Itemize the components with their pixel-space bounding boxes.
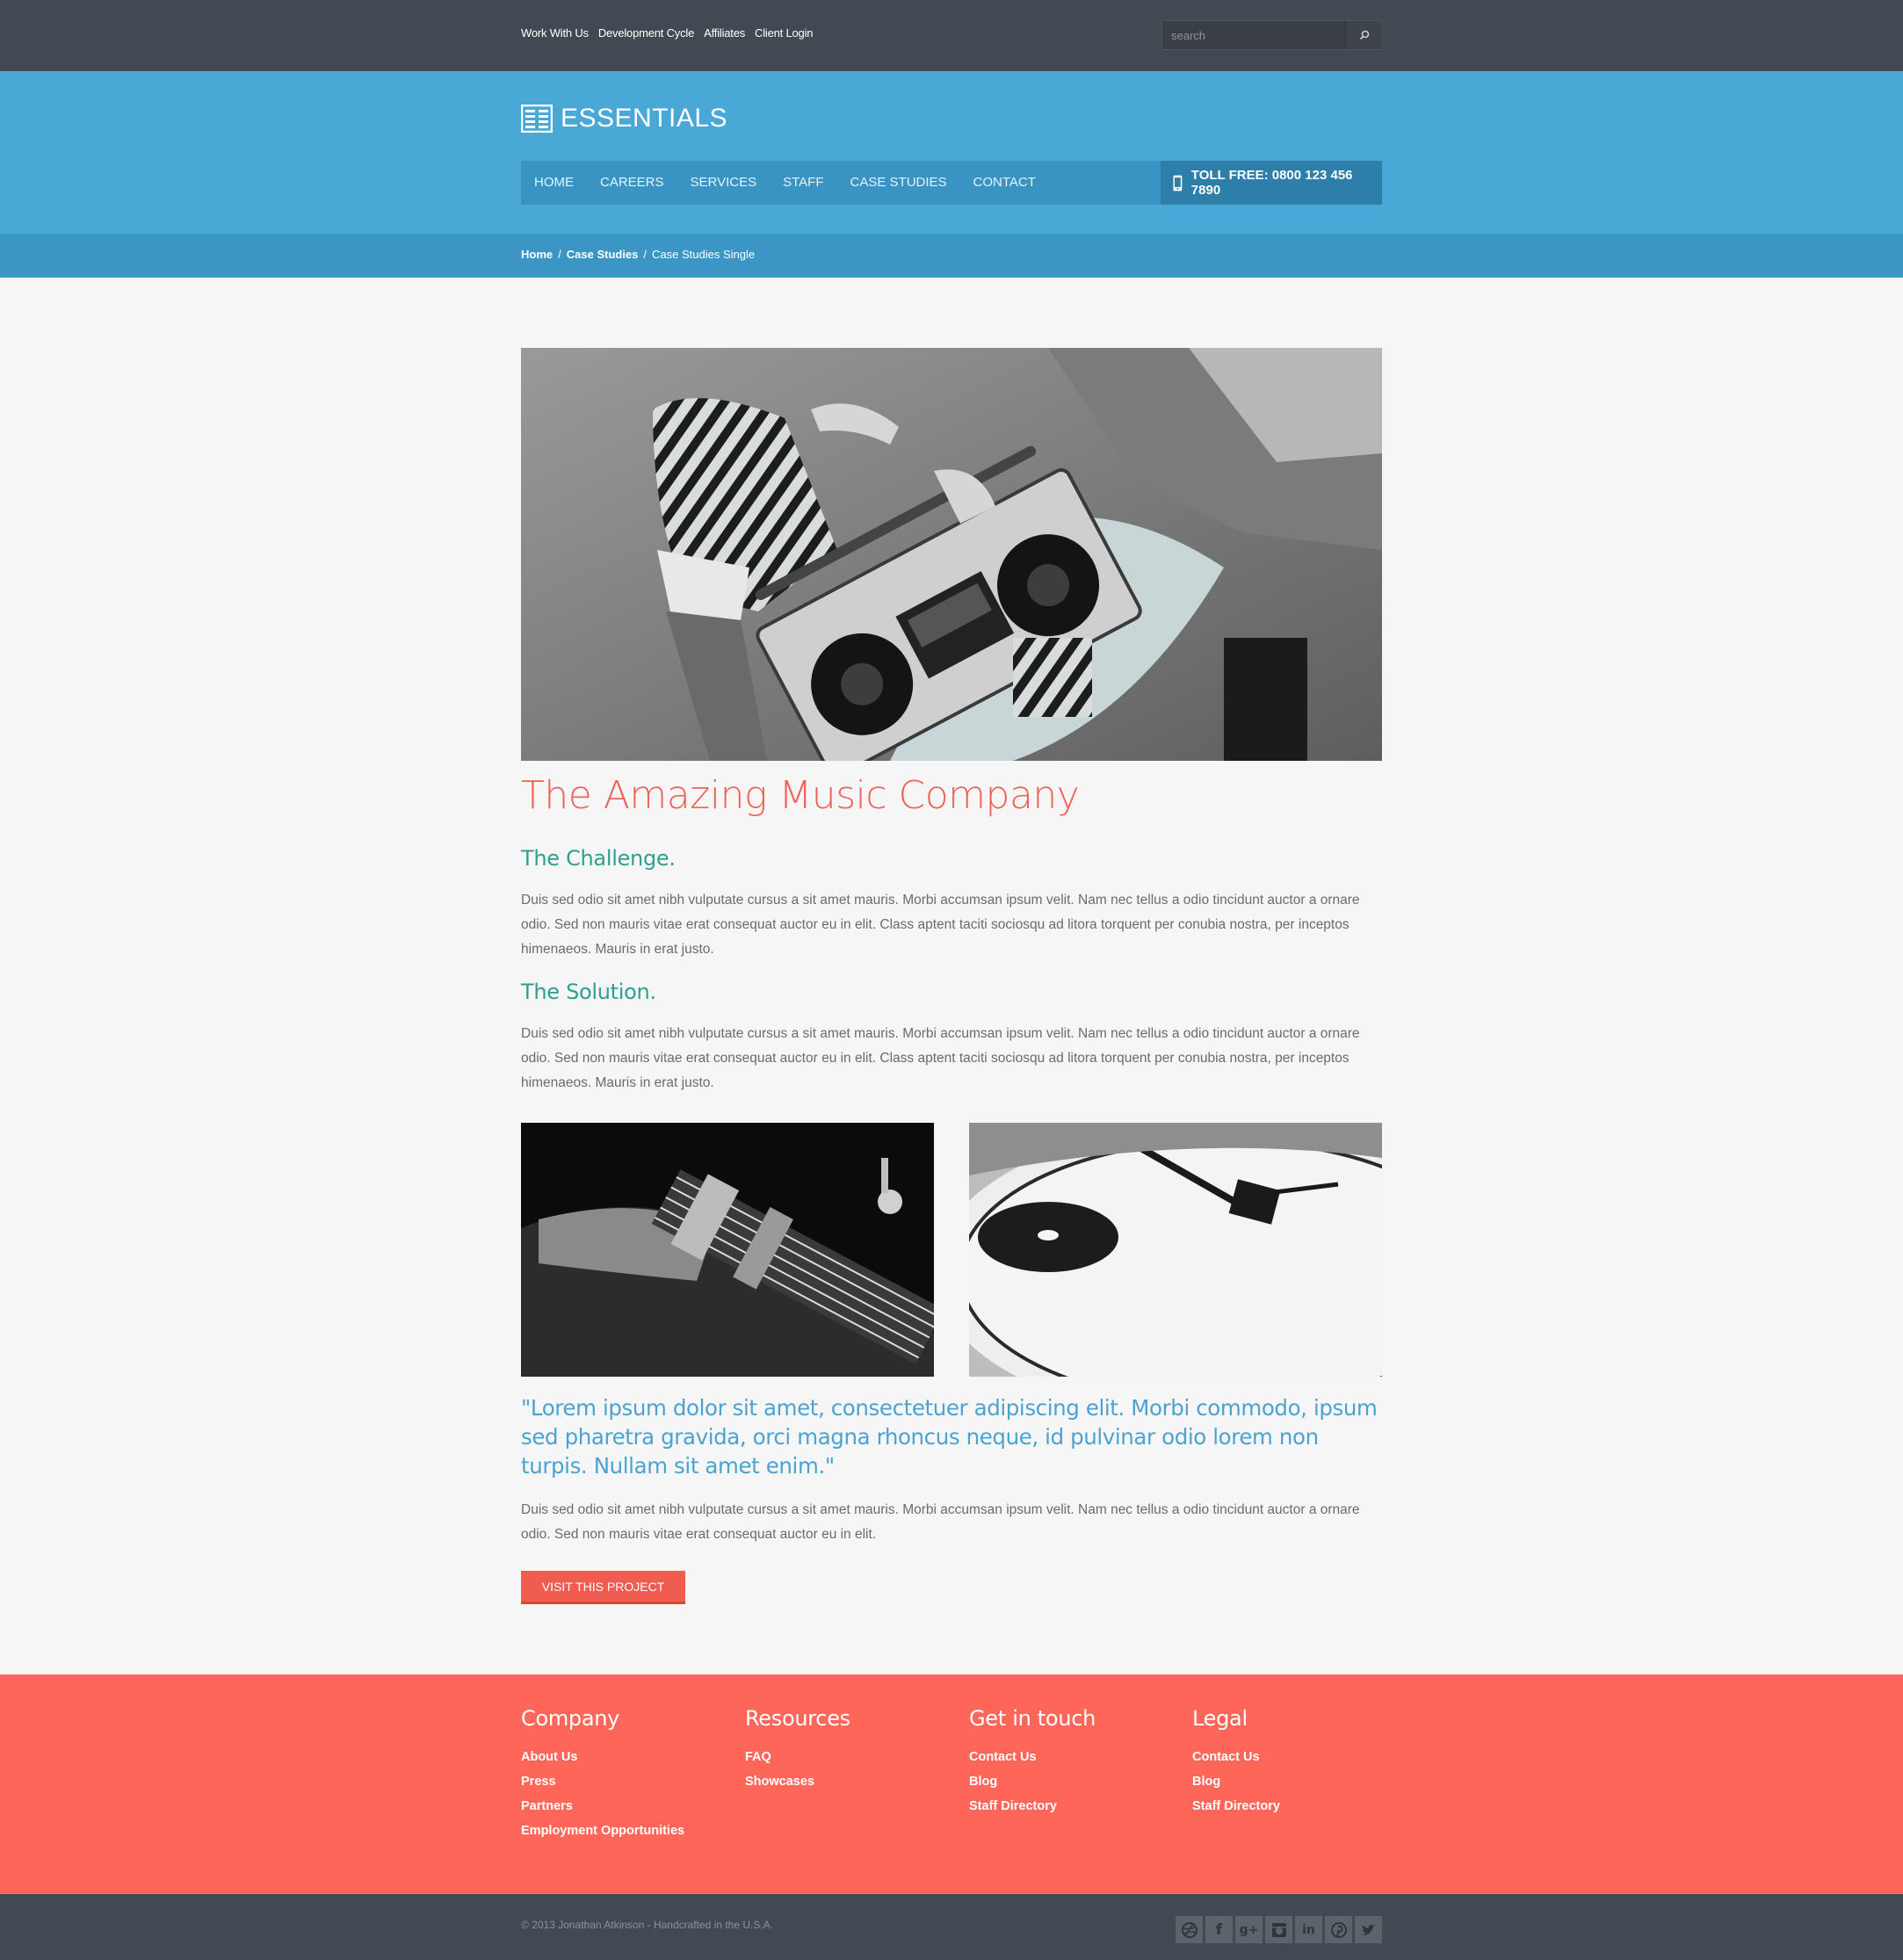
nav-item-home[interactable]: HOME: [521, 161, 587, 205]
footer-column-get-in-touch: Get in touch Contact Us Blog Staff Direc…: [969, 1706, 1180, 1819]
logo[interactable]: ESSENTIALS: [521, 104, 727, 134]
top-link-affiliates[interactable]: Affiliates: [704, 26, 745, 40]
nav-item-contact[interactable]: CONTACT: [960, 161, 1049, 205]
search-box: [1161, 20, 1383, 50]
phone-icon: [1173, 175, 1183, 191]
search-input[interactable]: [1162, 21, 1345, 49]
search-icon: [1359, 30, 1369, 40]
solution-heading: The Solution.: [521, 980, 656, 1004]
breadcrumb-case-studies[interactable]: Case Studies: [567, 248, 639, 261]
footer-link[interactable]: About Us: [521, 1745, 732, 1769]
footer-heading: Company: [521, 1706, 620, 1731]
nav-item-case-studies[interactable]: CASE STUDIES: [837, 161, 960, 205]
social-links: f g+ in: [1176, 1916, 1382, 1943]
top-link-client-login[interactable]: Client Login: [755, 26, 813, 40]
footer-link[interactable]: Staff Directory: [1192, 1794, 1403, 1819]
footer-link[interactable]: FAQ: [745, 1745, 956, 1769]
copyright: © 2013 Jonathan Atkinson - Handcrafted i…: [521, 1919, 774, 1931]
twitter-icon[interactable]: [1355, 1916, 1382, 1943]
footer-link[interactable]: Employment Opportunities: [521, 1819, 732, 1843]
footer-column-legal: Legal Contact Us Blog Staff Directory: [1192, 1706, 1403, 1819]
visit-project-button[interactable]: VISIT THIS PROJECT: [521, 1571, 685, 1604]
closing-text: Duis sed odio sit amet nibh vulputate cu…: [521, 1502, 1360, 1542]
solution-text: Duis sed odio sit amet nibh vulputate cu…: [521, 1026, 1360, 1090]
linkedin-icon[interactable]: in: [1295, 1916, 1322, 1943]
top-link-development-cycle[interactable]: Development Cycle: [598, 26, 695, 40]
footer-heading: Legal: [1192, 1706, 1248, 1731]
header: [0, 71, 1903, 234]
footer-column-resources: Resources FAQ Showcases: [745, 1706, 956, 1794]
instagram-icon[interactable]: [1265, 1916, 1292, 1943]
toll-free-badge: TOLL FREE: 0800 123 456 7890: [1161, 161, 1382, 205]
footer-heading: Resources: [745, 1706, 850, 1731]
footer-link[interactable]: Press: [521, 1769, 732, 1794]
pinterest-icon[interactable]: [1325, 1916, 1352, 1943]
top-bar: [0, 0, 1903, 71]
turntable-image: [969, 1123, 1382, 1377]
page-title: The Amazing Music Company: [521, 773, 1080, 818]
toll-free-text: TOLL FREE: 0800 123 456 7890: [1190, 168, 1353, 198]
testimonial-quote: "Lorem ipsum dolor sit amet, consectetue…: [521, 1395, 1378, 1479]
footer-link[interactable]: Staff Directory: [969, 1794, 1180, 1819]
breadcrumb-home[interactable]: Home: [521, 248, 553, 261]
breadcrumb-separator: /: [558, 248, 561, 261]
footer-link[interactable]: Partners: [521, 1794, 732, 1819]
breadcrumb-separator: /: [643, 248, 648, 261]
facebook-icon[interactable]: f: [1205, 1916, 1233, 1943]
breadcrumb-bar: [0, 234, 1903, 278]
search-button[interactable]: [1345, 21, 1382, 49]
breadcrumb-current: Case Studies Single: [652, 248, 756, 261]
footer-link[interactable]: Blog: [969, 1769, 1180, 1794]
logo-text: ESSENTIALS: [561, 104, 728, 133]
dribbble-icon[interactable]: [1176, 1916, 1203, 1943]
challenge-heading: The Challenge.: [521, 846, 676, 871]
breadcrumb: Home / Case Studies / Case Studies Singl…: [521, 248, 755, 261]
footer-link[interactable]: Contact Us: [969, 1745, 1180, 1769]
guitar-image: [521, 1123, 934, 1377]
logo-icon: [521, 105, 553, 133]
top-links: Work With Us Development Cycle Affiliate…: [521, 26, 814, 40]
top-link-work-with-us[interactable]: Work With Us: [521, 26, 589, 40]
nav-item-staff[interactable]: STAFF: [770, 161, 836, 205]
challenge-text: Duis sed odio sit amet nibh vulputate cu…: [521, 893, 1360, 957]
footer-link[interactable]: Showcases: [745, 1769, 956, 1794]
nav-item-services[interactable]: SERVICES: [677, 161, 771, 205]
footer-link[interactable]: Contact Us: [1192, 1745, 1403, 1769]
google-plus-icon[interactable]: g+: [1235, 1916, 1263, 1943]
nav-item-careers[interactable]: CAREERS: [587, 161, 677, 205]
hero-image-boombox: [521, 348, 1382, 761]
bottom-bar: [0, 1894, 1903, 1960]
footer-heading: Get in touch: [969, 1706, 1096, 1731]
footer-column-company: Company About Us Press Partners Employme…: [521, 1706, 732, 1843]
footer-link[interactable]: Blog: [1192, 1769, 1403, 1794]
main-nav: HOME CAREERS SERVICES STAFF CASE STUDIES…: [521, 161, 1382, 205]
